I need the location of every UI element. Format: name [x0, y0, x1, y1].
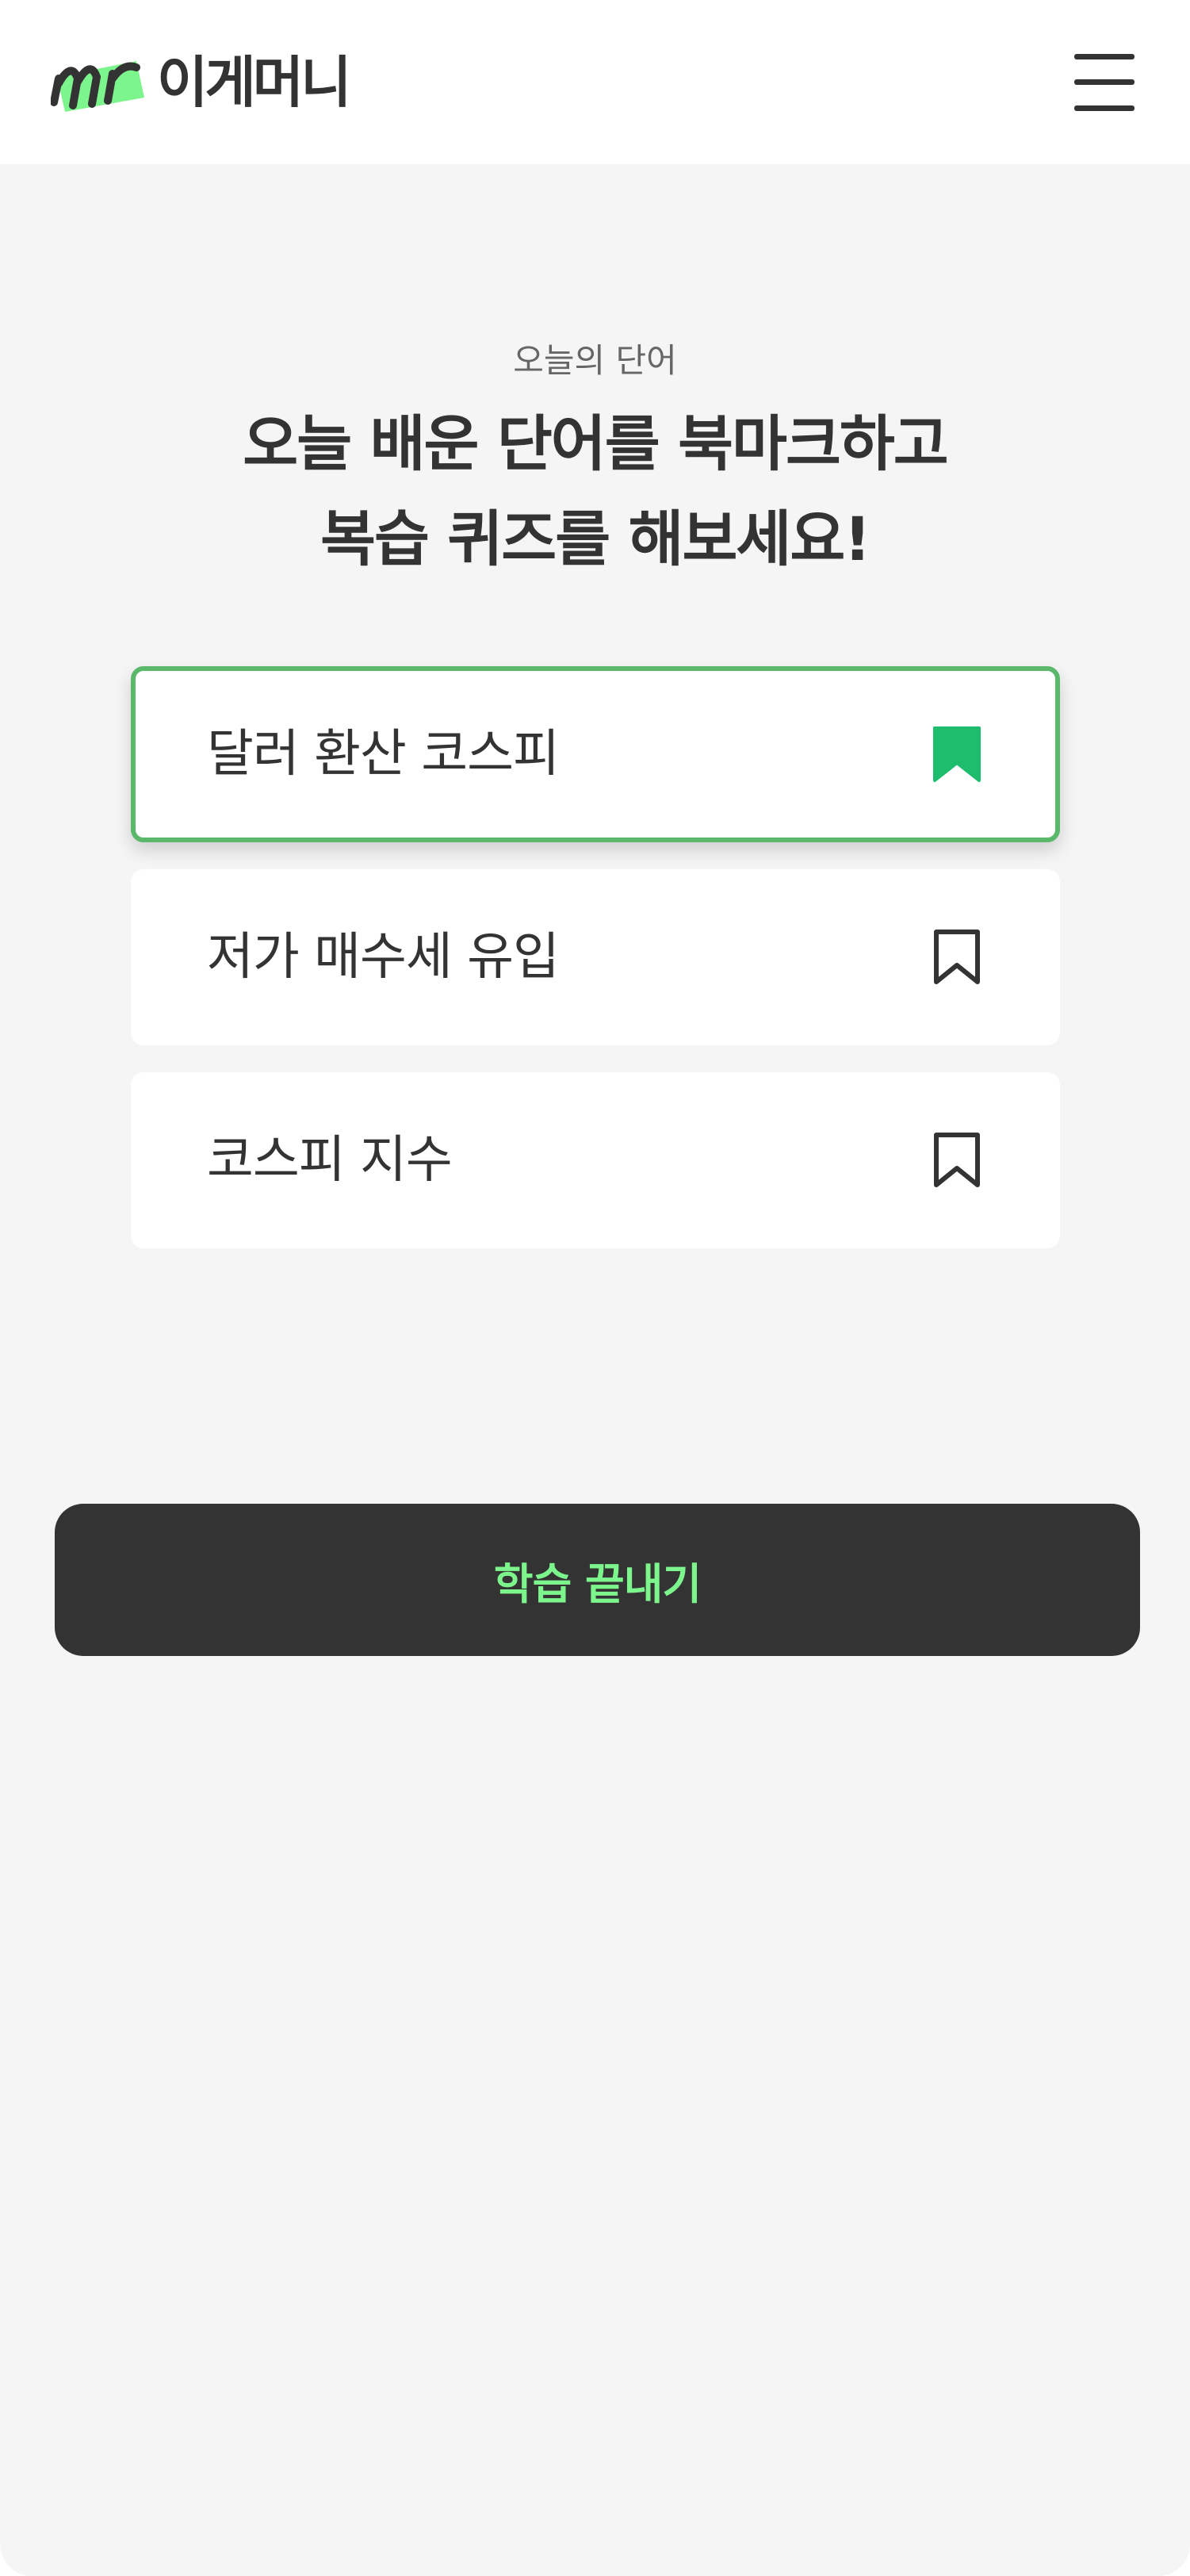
menu-line [1074, 53, 1135, 59]
page-title-line-1: 오늘 배운 단어를 북마크하고 [243, 408, 948, 479]
logo[interactable]: 이게머니 [51, 39, 352, 126]
word-label: 달러 환산 코스피 [207, 725, 560, 784]
word-card[interactable]: 코스피 지수 [131, 1072, 1060, 1248]
word-label: 코스피 지수 [207, 1131, 453, 1190]
word-card[interactable]: 저가 매수세 유입 [131, 869, 1060, 1045]
finish-learning-button[interactable]: 학습 끝내기 [55, 1504, 1140, 1656]
page-title: 오늘 배운 단어를 북마크하고 복습 퀴즈를 해보세요! [0, 397, 1190, 587]
bookmark-outline-icon[interactable] [930, 1131, 984, 1190]
word-list: 달러 환산 코스피 저가 매수세 유입 코스피 지수 [131, 666, 1060, 1275]
menu-line [1074, 79, 1135, 85]
section-subtitle: 오늘의 단어 [513, 341, 677, 380]
page: 이게머니 오늘의 단어 오늘 배운 단어를 북마크하고 복습 퀴즈를 해보세요!… [0, 0, 1190, 2576]
word-card[interactable]: 달러 환산 코스피 [131, 666, 1060, 842]
logo-text: 이게머니 [157, 49, 352, 115]
bookmark-filled-icon[interactable] [930, 725, 984, 784]
bookmark-outline-icon[interactable] [930, 928, 984, 987]
word-label: 저가 매수세 유입 [207, 928, 560, 987]
top-bar: 이게머니 [0, 0, 1190, 164]
page-title-line-2: 복습 퀴즈를 해보세요! [320, 504, 871, 574]
hamburger-menu-icon[interactable] [1074, 53, 1135, 111]
menu-line [1074, 105, 1135, 111]
m-brush-logo-icon [51, 60, 144, 112]
